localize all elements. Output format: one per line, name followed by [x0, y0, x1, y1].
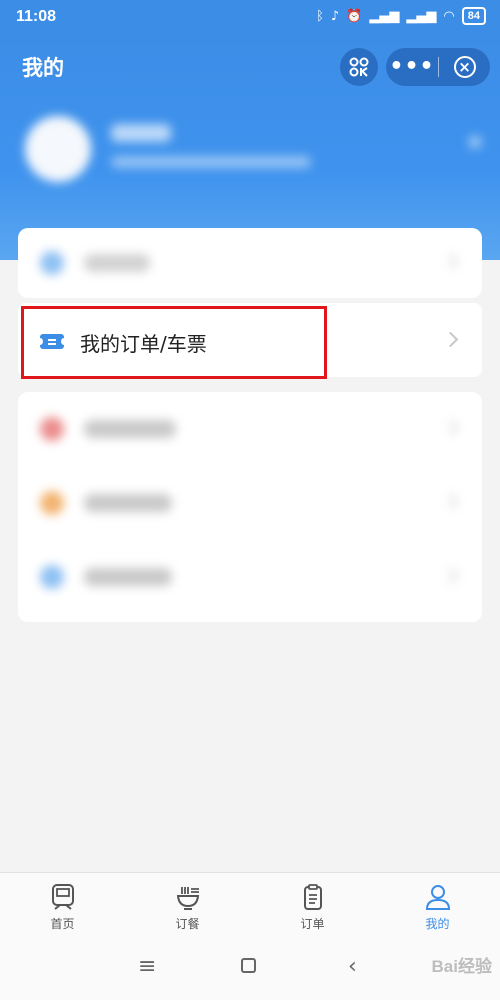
- menu-icon[interactable]: ≡: [138, 954, 156, 979]
- user-name: [111, 124, 171, 142]
- menu-item-icon: [40, 417, 64, 441]
- tab-orders-label: 订单: [300, 917, 325, 931]
- chevron-right-icon: [442, 253, 459, 270]
- user-info: [111, 156, 311, 168]
- close-icon: ×: [453, 56, 476, 78]
- miniprogram-capsule: ••• ×: [386, 48, 490, 86]
- blurred-menu-item-2[interactable]: [18, 392, 482, 466]
- watermark: Bai经验: [431, 957, 492, 976]
- blurred-menu-item-1[interactable]: [18, 228, 482, 298]
- tab-food[interactable]: 订餐: [125, 873, 250, 940]
- bottom-tab-bar: 首页 订餐 订单 我的: [0, 872, 500, 940]
- header: 我的 ••• ×: [0, 36, 500, 260]
- person-icon: [425, 885, 450, 910]
- status-bar: 11:08 ᛒ ♪ ⏰ ▂▄▆ ▂▄▆ ◠ 84: [0, 0, 500, 36]
- user-profile[interactable]: [25, 116, 485, 196]
- menu-item-icon: [40, 565, 64, 589]
- tab-home[interactable]: 首页: [0, 873, 125, 940]
- menu-card-top: [18, 228, 482, 298]
- scan-icon: [349, 57, 369, 77]
- wifi-icon: ◠: [443, 8, 455, 24]
- system-nav-bar: ≡ ‹: [0, 940, 500, 1000]
- menu-item-icon: [40, 251, 64, 275]
- more-button[interactable]: •••: [386, 56, 438, 78]
- page-title: 我的: [22, 56, 64, 80]
- red-highlight-box: [21, 306, 327, 379]
- profile-arrow-icon: [469, 136, 481, 148]
- chevron-right-icon: [442, 331, 459, 348]
- scan-button[interactable]: [340, 48, 378, 86]
- clipboard-icon: [303, 884, 322, 910]
- chevron-right-icon: [442, 567, 459, 584]
- blurred-menu-item-3[interactable]: [18, 466, 482, 540]
- status-icons: ᛒ ♪ ⏰ ▂▄▆ ▂▄▆ ◠ 84: [316, 7, 486, 25]
- tab-mine-label: 我的: [425, 917, 450, 931]
- alarm-icon: ⏰: [346, 8, 363, 24]
- bluetooth-icon: ᛒ: [316, 8, 324, 24]
- status-time: 11:08: [16, 8, 57, 25]
- close-button[interactable]: ×: [439, 56, 490, 78]
- food-bowl-icon: [176, 887, 199, 910]
- menu-card-bottom: [18, 392, 482, 622]
- menu-item-icon: [40, 491, 64, 515]
- signal-icon: ▂▄▆: [369, 8, 400, 24]
- chevron-right-icon: [442, 419, 459, 436]
- avatar: [25, 116, 91, 182]
- tab-food-label: 订餐: [175, 917, 200, 931]
- battery-icon: 84: [461, 7, 486, 25]
- menu-item-text: [84, 494, 172, 512]
- tab-mine[interactable]: 我的: [375, 873, 500, 940]
- mute-icon: ♪: [330, 8, 340, 24]
- signal-icon-2: ▂▄▆: [406, 8, 437, 24]
- menu-item-text: [84, 254, 150, 272]
- blurred-menu-item-4[interactable]: [18, 540, 482, 614]
- tab-home-label: 首页: [50, 917, 75, 931]
- home-icon[interactable]: [241, 958, 256, 973]
- back-icon[interactable]: ‹: [348, 954, 357, 979]
- train-icon: [51, 884, 74, 910]
- menu-item-text: [84, 568, 172, 586]
- chevron-right-icon: [442, 493, 459, 510]
- tab-orders[interactable]: 订单: [250, 873, 375, 940]
- menu-item-text: [84, 420, 176, 438]
